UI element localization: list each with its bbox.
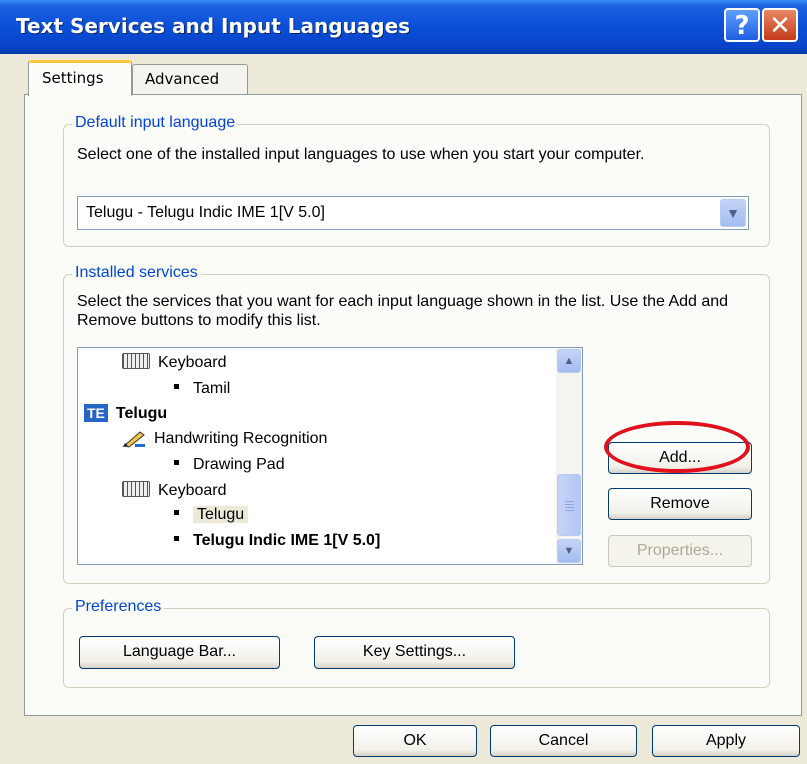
grip-line (565, 510, 574, 511)
list-item-label: Keyboard (158, 354, 227, 371)
grip-line (565, 501, 574, 502)
apply-button[interactable]: Apply (652, 725, 800, 757)
list-item[interactable]: Drawing Pad (174, 456, 285, 474)
list-item-label: Telugu Indic IME 1[V 5.0] (193, 532, 381, 549)
list-item[interactable]: Telugu (174, 506, 249, 524)
pen-icon (122, 431, 145, 448)
language-badge-icon: TE (84, 404, 108, 422)
default-input-language-value: Telugu - Telugu Indic IME 1[V 5.0] (86, 204, 325, 221)
list-item-label: Drawing Pad (193, 456, 285, 473)
cancel-button[interactable]: Cancel (490, 725, 637, 757)
installed-services-legend: Installed services (72, 264, 201, 282)
list-item[interactable]: Telugu Indic IME 1[V 5.0] (174, 532, 380, 550)
scroll-up-icon[interactable]: ▲ (557, 349, 581, 373)
default-input-language-select[interactable]: Telugu - Telugu Indic IME 1[V 5.0] ▼ (77, 196, 749, 230)
bullet-icon (174, 384, 179, 390)
list-item-label: Telugu (115, 405, 168, 422)
installed-services-list[interactable]: Keyboard Tamil TE Telugu Handwriting Reco… (77, 347, 583, 565)
bullet-icon (174, 460, 179, 466)
list-item-label: Tamil (193, 380, 231, 397)
help-icon[interactable]: ? (724, 8, 760, 42)
list-scrollbar[interactable]: ▲ ▼ (556, 348, 582, 564)
bullet-icon (174, 510, 179, 516)
list-item-label: Telugu (193, 506, 249, 523)
key-settings-button[interactable]: Key Settings... (314, 636, 515, 669)
installed-services-description: Select the services that you want for ea… (77, 293, 729, 329)
keyboard-icon (122, 352, 150, 369)
tab-advanced[interactable]: Advanced (132, 64, 248, 94)
preferences-legend: Preferences (72, 598, 165, 616)
dialog-window: Text Services and Input Languages ? ✕ Se… (0, 0, 807, 764)
ok-button[interactable]: OK (353, 725, 477, 757)
close-icon[interactable]: ✕ (762, 8, 798, 42)
list-item[interactable]: Keyboard (122, 480, 227, 500)
default-input-language-legend: Default input language (72, 114, 239, 132)
list-item-label: Keyboard (158, 482, 227, 499)
properties-button[interactable]: Properties... (608, 535, 752, 567)
tab-settings[interactable]: Settings (28, 60, 132, 96)
title-bar: Text Services and Input Languages ? ✕ (0, 0, 807, 54)
list-item[interactable]: Handwriting Recognition (122, 430, 327, 448)
keyboard-icon (122, 480, 150, 497)
remove-button[interactable]: Remove (608, 488, 752, 520)
scroll-down-icon[interactable]: ▼ (557, 539, 581, 563)
grip-line (565, 504, 574, 505)
grip-line (565, 507, 574, 508)
list-item[interactable]: TE Telugu (84, 404, 167, 423)
list-item-label: Handwriting Recognition (154, 430, 328, 448)
list-item[interactable]: Keyboard (122, 352, 227, 372)
default-input-language-description: Select one of the installed input langua… (77, 146, 645, 163)
bullet-icon (174, 536, 179, 542)
highlight-circle (604, 421, 750, 473)
chevron-down-icon[interactable]: ▼ (720, 199, 746, 227)
window-title: Text Services and Input Languages (16, 14, 411, 38)
scroll-thumb[interactable] (557, 474, 581, 536)
language-bar-button[interactable]: Language Bar... (79, 636, 280, 669)
list-item[interactable]: Tamil (174, 380, 230, 398)
